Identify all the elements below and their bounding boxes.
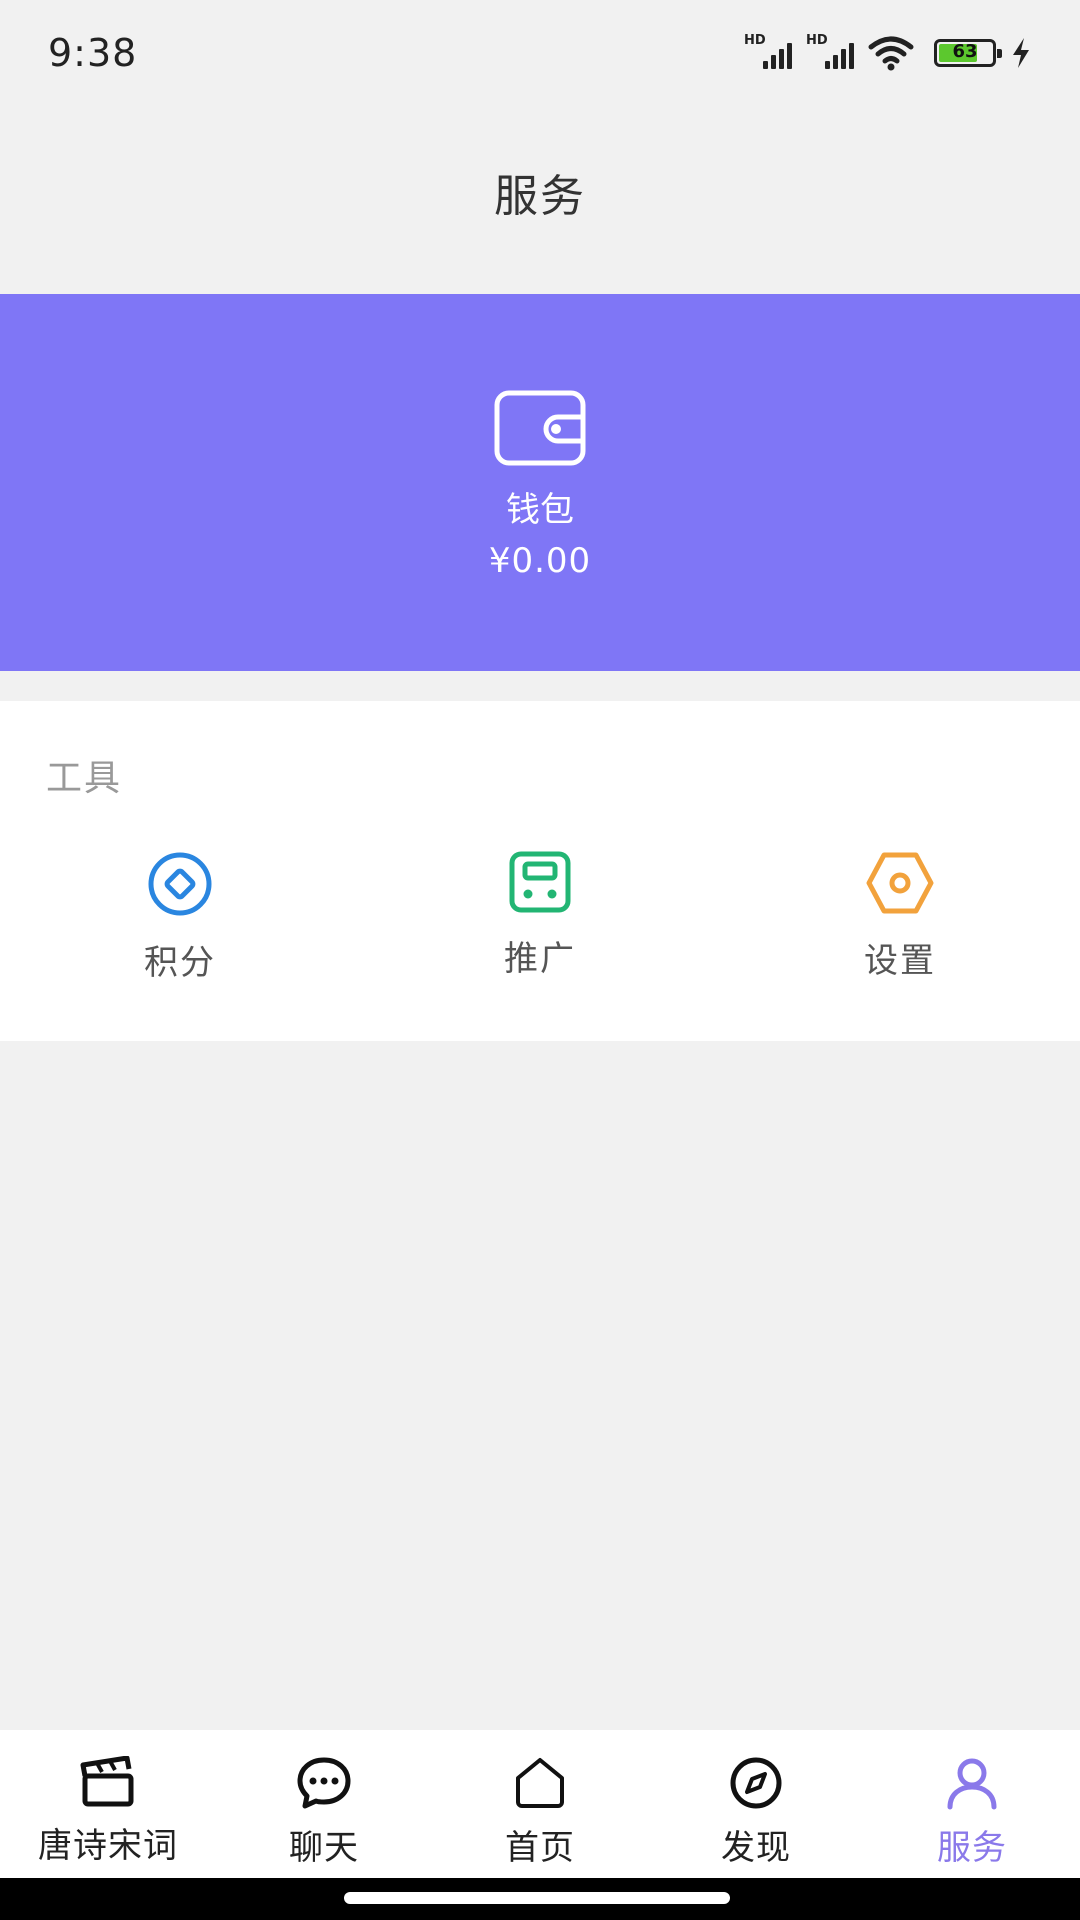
wallet-icon [494,390,586,466]
nav-label: 首页 [505,1828,575,1868]
wallet-balance: ¥0.00 [488,541,592,581]
user-icon [947,1758,997,1810]
points-icon [148,852,212,916]
nav-item-service[interactable]: 服务 [864,1730,1080,1878]
nav-item-discover[interactable]: 发现 [648,1730,864,1878]
nav-item-chat[interactable]: 聊天 [216,1730,432,1878]
gesture-bar [0,1878,1080,1920]
home-indicator[interactable] [344,1892,730,1904]
tools-section: 工具 积分 推广 设置 [0,701,1080,1041]
status-bar: 9:38 HD HD 63 [0,0,1080,105]
tool-settings[interactable]: 设置 [800,851,1000,982]
tool-label: 推广 [504,939,576,979]
wallet-label: 钱包 [506,490,574,530]
battery-level: 63 [952,40,978,62]
wifi-icon [868,36,914,70]
chat-icon [297,1757,351,1809]
nav-label: 发现 [721,1828,791,1868]
compass-icon [730,1757,782,1809]
home-icon [516,1758,564,1808]
page-title: 服务 [494,171,586,222]
tool-label: 设置 [864,941,936,981]
charging-icon [1013,37,1029,68]
tool-promote[interactable]: 推广 [440,851,640,980]
nav-label: 聊天 [289,1828,359,1868]
clapperboard-icon [80,1756,134,1807]
signal-icon-2: HD [806,33,854,73]
nav-label: 唐诗宋词 [38,1826,178,1866]
signal-icon: HD [744,33,792,73]
promote-icon [509,851,571,913]
tool-label: 积分 [144,943,216,983]
wallet-card[interactable]: 钱包 ¥0.00 [0,294,1080,671]
status-time: 9:38 [48,30,138,75]
tools-title: 工具 [46,758,123,799]
nav-label: 服务 [937,1828,1007,1868]
settings-icon [866,852,934,914]
bottom-nav: 唐诗宋词 聊天 首页 发现 服务 [0,1730,1080,1878]
status-icons: HD HD 63 [744,33,1032,73]
battery-icon: 63 [934,38,1002,67]
tool-points[interactable]: 积分 [80,851,280,984]
nav-item-poems[interactable]: 唐诗宋词 [0,1730,216,1878]
nav-item-home[interactable]: 首页 [432,1730,648,1878]
